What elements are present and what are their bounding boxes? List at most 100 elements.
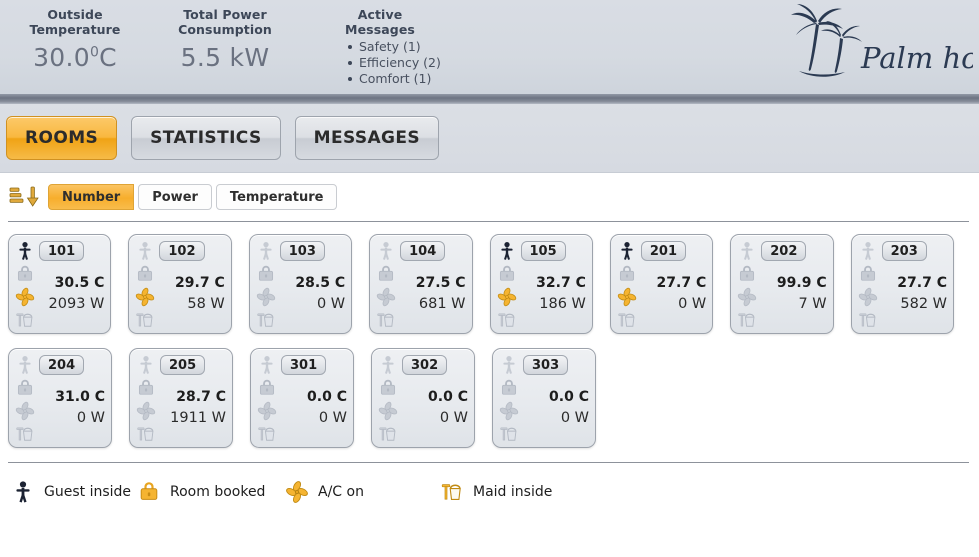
room-card[interactable]: 103 28.5 C 0 W	[248, 234, 353, 334]
room-readings: 29.7 C 58 W	[156, 273, 225, 315]
room-card[interactable]: 201 27.7 C 0 W	[609, 234, 714, 334]
room-status-icons	[13, 240, 37, 332]
legend-label: A/C on	[318, 484, 364, 500]
maid-bucket-icon	[377, 423, 399, 445]
rooms-row-2: 204 31.0 C 0 W 205 28.7 C 1911 W 301 0.0…	[8, 348, 971, 448]
guest-person-icon	[736, 240, 758, 262]
room-power: 0 W	[439, 410, 468, 426]
legend-label: Maid inside	[473, 484, 553, 500]
room-card[interactable]: 301 0.0 C 0 W	[250, 348, 354, 448]
maid-bucket-icon	[135, 423, 157, 445]
room-number-badge: 201	[640, 241, 687, 261]
room-readings: 0.0 C 0 W	[278, 387, 347, 429]
room-status-icons	[856, 240, 880, 332]
room-card[interactable]: 104 27.5 C 681 W	[369, 234, 473, 334]
sort-bar: Number Power Temperature	[0, 173, 979, 221]
fan-ac-icon	[255, 286, 277, 308]
room-card[interactable]: 102 29.7 C 58 W	[128, 234, 232, 334]
maid-bucket-icon	[14, 309, 36, 331]
room-readings: 99.9 C 7 W	[758, 273, 827, 315]
active-messages-list: Safety (1) Efficiency (2) Comfort (1)	[300, 39, 460, 87]
guest-person-icon	[134, 240, 156, 262]
fan-ac-icon	[14, 400, 36, 422]
room-card[interactable]: 303 0.0 C 0 W	[492, 348, 596, 448]
tab-statistics[interactable]: STATISTICS	[131, 116, 281, 160]
fan-ac-icon	[134, 286, 156, 308]
hotel-dashboard: Outside Temperature 30.00C Total Power C…	[0, 0, 979, 557]
message-item-safety[interactable]: Safety (1)	[348, 39, 460, 55]
maid-bucket-icon	[134, 309, 156, 331]
room-status-icons	[615, 240, 639, 332]
room-card[interactable]: 101 30.5 C 2093 W	[8, 234, 112, 334]
room-temperature: 28.7 C	[176, 389, 226, 405]
briefcase-lock-icon	[496, 263, 518, 285]
room-card[interactable]: 204 31.0 C 0 W	[8, 348, 112, 448]
kpi-title: Total Power Consumption	[178, 7, 272, 37]
room-power: 0 W	[316, 296, 346, 312]
room-number-badge: 301	[281, 355, 327, 375]
briefcase-lock-icon	[498, 377, 520, 399]
logo-text: Palm hotel	[860, 41, 973, 75]
room-number-badge: 202	[761, 241, 807, 261]
room-number-badge: 303	[523, 355, 569, 375]
kpi-row: Outside Temperature 30.00C Total Power C…	[0, 0, 460, 87]
room-temperature: 27.7 C	[897, 275, 947, 291]
room-temperature: 99.9 C	[776, 275, 827, 291]
legend-label: Room booked	[170, 484, 266, 500]
room-readings: 27.7 C 0 W	[638, 273, 707, 315]
guest-person-icon	[498, 354, 520, 376]
briefcase-lock-icon	[377, 377, 399, 399]
room-power: 1911 W	[170, 410, 226, 426]
maid-bucket-icon	[14, 423, 36, 445]
kpi-title: Outside Temperature	[29, 7, 121, 37]
room-temperature: 27.7 C	[656, 275, 707, 291]
maid-bucket-icon	[736, 309, 758, 331]
sort-option-temperature[interactable]: Temperature	[215, 184, 338, 210]
room-number-badge: 101	[39, 241, 85, 261]
guest-person-icon	[135, 354, 157, 376]
room-temperature: 31.0 C	[55, 389, 105, 405]
message-item-efficiency[interactable]: Efficiency (2)	[348, 55, 460, 71]
room-card[interactable]: 203 27.7 C 582 W	[850, 234, 954, 334]
tab-rooms[interactable]: ROOMS	[6, 116, 118, 160]
guest-person-icon	[375, 240, 397, 262]
room-temperature: 28.5 C	[295, 275, 346, 291]
palm-hotel-logo: Palm hotel	[783, 2, 973, 90]
sort-descending-icon[interactable]	[8, 185, 42, 209]
room-readings: 31.0 C 0 W	[36, 387, 105, 429]
room-power: 0 W	[560, 410, 589, 426]
room-status-icons	[254, 240, 278, 332]
tab-messages[interactable]: MESSAGES	[294, 116, 440, 160]
room-power: 7 W	[798, 296, 827, 312]
maid-bucket-icon	[616, 309, 638, 331]
briefcase-lock-icon	[255, 263, 277, 285]
fan-ac-icon	[256, 400, 278, 422]
briefcase-lock-icon	[14, 263, 36, 285]
message-item-comfort[interactable]: Comfort (1)	[348, 71, 460, 87]
room-card[interactable]: 202 99.9 C 7 W	[730, 234, 834, 334]
main-navigation: ROOMS STATISTICS MESSAGES	[0, 104, 979, 173]
briefcase-lock-icon	[616, 263, 638, 285]
room-card[interactable]: 205 28.7 C 1911 W	[129, 348, 233, 448]
briefcase-lock-icon	[136, 479, 162, 505]
room-card[interactable]: 302 0.0 C 0 W	[371, 348, 475, 448]
fan-ac-icon	[857, 286, 879, 308]
room-power: 58 W	[187, 296, 225, 312]
room-status-icons	[495, 240, 519, 332]
room-status-icons	[134, 354, 158, 446]
guest-person-icon	[255, 240, 277, 262]
room-readings: 27.5 C 681 W	[397, 273, 466, 315]
sort-option-power[interactable]: Power	[138, 184, 212, 210]
sort-option-number[interactable]: Number	[48, 184, 135, 210]
briefcase-lock-icon	[857, 263, 879, 285]
room-card[interactable]: 105 32.7 C 186 W	[489, 234, 593, 334]
room-number-badge: 204	[39, 355, 85, 375]
room-status-icons	[13, 354, 37, 446]
guest-person-icon	[256, 354, 278, 376]
kpi-total-power-consumption: Total Power Consumption 5.5 kW	[150, 0, 300, 87]
room-readings: 27.7 C 582 W	[879, 273, 947, 315]
room-number-badge: 302	[402, 355, 448, 375]
fan-ac-icon	[14, 286, 36, 308]
room-power: 0 W	[678, 296, 707, 312]
maid-bucket-icon	[496, 309, 518, 331]
